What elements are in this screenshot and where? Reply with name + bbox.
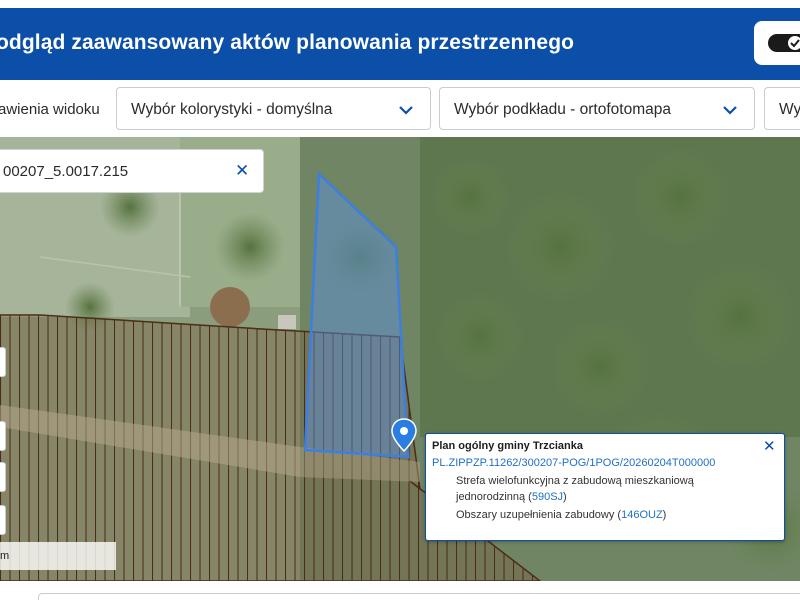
parcel-search-value: 00207_5.0017.215 (3, 163, 129, 180)
app-header: odgląd zaawansowany aktów planowania prz… (0, 8, 800, 80)
zone-description: Strefa wielofunkcyjna z zabudową mieszka… (456, 475, 694, 487)
color-scheme-select-value: Wybór kolorystyki - domyślna (131, 101, 333, 118)
third-select-value: Wy (779, 101, 800, 118)
color-scheme-select[interactable]: Wybór kolorystyki - domyślna (116, 87, 431, 130)
zone-text-end: ) (563, 491, 567, 503)
bottom-field[interactable] (38, 593, 800, 600)
zone-code-link[interactable]: 590SJ (532, 491, 563, 503)
close-icon[interactable]: ✕ (235, 161, 249, 181)
close-icon[interactable]: ✕ (763, 437, 776, 455)
map-side-button[interactable] (0, 347, 6, 377)
chevron-down-icon (399, 106, 413, 115)
third-select[interactable]: Wy (764, 87, 800, 130)
toggle-button[interactable] (754, 21, 800, 65)
area-text: Obszary uzupełnienia zabudowy ( (456, 509, 622, 521)
bottom-bar (0, 581, 800, 600)
map-side-button[interactable] (0, 462, 6, 492)
map-side-button[interactable] (0, 505, 6, 535)
toggle-switch[interactable] (768, 34, 800, 52)
map-side-button[interactable] (0, 421, 6, 451)
zone-text: jednorodzinną ( (456, 491, 532, 503)
check-toggle-icon (790, 39, 800, 48)
view-settings-label: awienia widoku (0, 101, 100, 118)
parcel-search-input[interactable]: 00207_5.0017.215 ✕ (0, 149, 264, 193)
page-title: odgląd zaawansowany aktów planowania prz… (0, 31, 575, 54)
popup-title: Plan ogólny gminy Trzcianka (432, 440, 583, 452)
plan-identifier-link[interactable]: PL.ZIPPZP.11262/300207-POG/1POG/20260204… (432, 457, 715, 469)
area-description: Obszary uzupełnienia zabudowy (146OUZ) (456, 509, 666, 521)
chevron-down-icon (723, 106, 737, 115)
scale-bar: m (0, 542, 116, 570)
top-strip (0, 0, 800, 8)
area-text-end: ) (662, 509, 667, 521)
toolbar: awienia widoku Wybór kolorystyki - domyś… (0, 80, 800, 137)
zone-description-continued: jednorodzinną (590SJ) (456, 491, 567, 503)
scale-label: m (0, 550, 10, 562)
map-view[interactable]: 00207_5.0017.215 ✕ m Plan ogólny gminy T… (0, 137, 800, 581)
basemap-select-value: Wybór podkładu - ortofotomapa (454, 101, 671, 118)
feature-info-popup: Plan ogólny gminy Trzcianka ✕ PL.ZIPPZP.… (425, 433, 785, 541)
area-code-link[interactable]: 146OUZ (621, 509, 663, 521)
basemap-select[interactable]: Wybór podkładu - ortofotomapa (439, 87, 755, 130)
